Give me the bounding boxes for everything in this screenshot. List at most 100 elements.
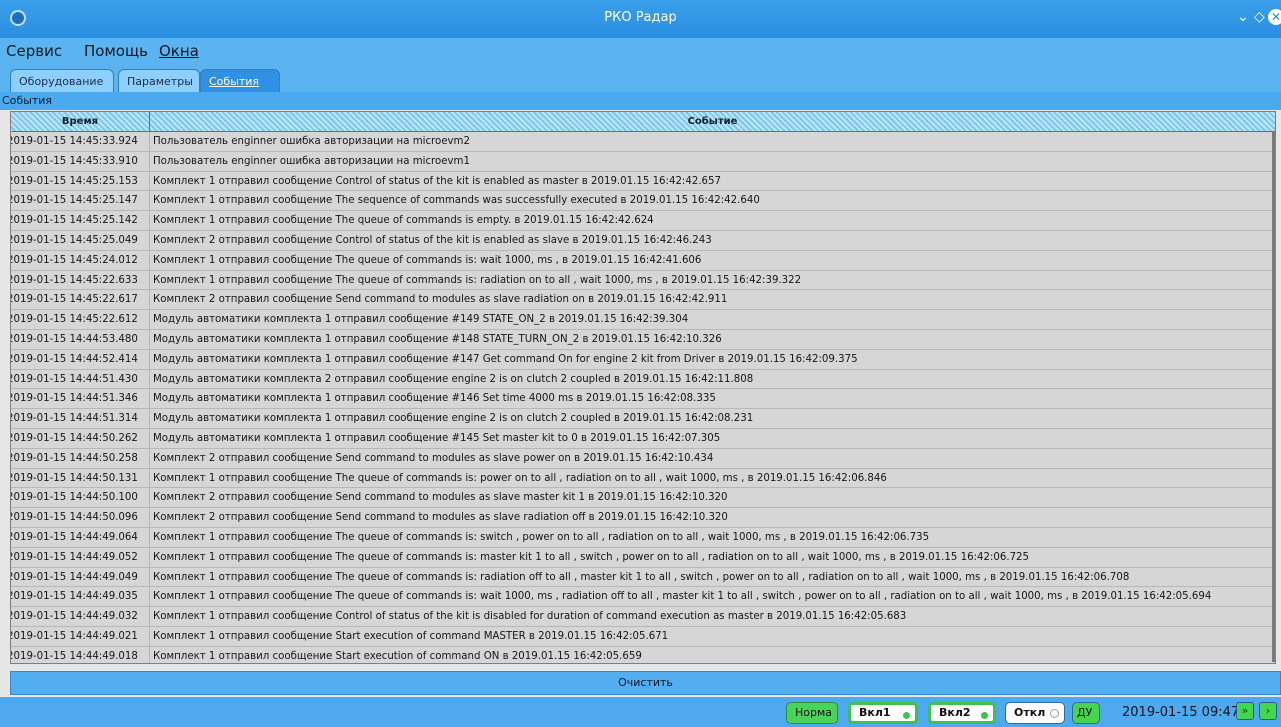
cell-time: 2019-01-15 14:44:50.262	[11, 428, 150, 448]
table-row[interactable]: 2019-01-15 14:45:25.049 Комплект 2 отправ…	[11, 230, 1275, 251]
menu-windows[interactable]: Окна	[159, 42, 199, 60]
table-row[interactable]: 2019-01-15 14:44:49.049 Комплект 1 отправ…	[11, 567, 1275, 588]
tab-bar: Оборудование Параметры События	[0, 64, 1281, 92]
tab-parameters[interactable]: Параметры	[118, 69, 200, 92]
table-row[interactable]: 2019-01-15 14:44:50.262 Модуль автоматики…	[11, 428, 1275, 449]
cell-event: Комплект 2 отправил сообщение Send comma…	[153, 492, 728, 504]
cell-time: 2019-01-15 14:45:33.924	[11, 132, 150, 151]
close-icon[interactable]: ✕	[1268, 9, 1281, 25]
window-titlebar: РКО Радар ⌄ ◇ ✕	[0, 0, 1281, 38]
off-button[interactable]: Откл	[1005, 702, 1065, 724]
table-row[interactable]: 2019-01-15 14:44:51.430 Модуль автоматики…	[11, 369, 1275, 390]
table-row[interactable]: 2019-01-15 14:44:49.064 Комплект 1 отправ…	[11, 527, 1275, 548]
cell-time: 2019-01-15 14:44:49.035	[11, 587, 150, 607]
cell-time: 2019-01-15 14:44:51.346	[11, 389, 150, 409]
cell-time: 2019-01-15 14:45:33.910	[11, 151, 150, 171]
on1-label: Вкл1	[859, 706, 891, 719]
cell-time: 2019-01-15 14:45:22.633	[11, 270, 150, 290]
vertical-scrollbar[interactable]	[1272, 132, 1275, 662]
cell-event: Комплект 1 отправил сообщение The queue …	[153, 551, 1030, 563]
menu-service[interactable]: Сервис	[6, 42, 62, 60]
table-header: Время Событие	[11, 112, 1275, 132]
table-row[interactable]: 2019-01-15 14:45:25.153 Комплект 1 отправ…	[11, 171, 1275, 192]
table-row[interactable]: 2019-01-15 14:44:52.414 Модуль автоматики…	[11, 349, 1275, 370]
table-row[interactable]: 2019-01-15 14:44:50.100 Комплект 2 отправ…	[11, 488, 1275, 509]
cell-event: Модуль автоматики комплекта 1 отправил с…	[153, 333, 722, 345]
clear-button[interactable]: Очистить	[10, 671, 1281, 695]
table-row[interactable]: 2019-01-15 14:45:33.924 Пользователь engi…	[11, 132, 1275, 152]
maximize-icon[interactable]: ◇	[1254, 9, 1265, 25]
on2-led-icon	[981, 712, 988, 719]
table-row[interactable]: 2019-01-15 14:44:50.258 Комплект 2 отправ…	[11, 448, 1275, 469]
du-indicator: ДУ	[1072, 702, 1100, 724]
on1-led-icon	[903, 712, 910, 719]
menu-bar: Сервис Помощь Окна	[0, 38, 1281, 64]
cell-event: Комплект 1 отправил сообщение Start exec…	[153, 630, 669, 642]
cell-time: 2019-01-15 14:44:49.032	[11, 607, 150, 627]
table-row[interactable]: 2019-01-15 14:45:33.910 Пользователь engi…	[11, 151, 1275, 172]
table-row[interactable]: 2019-01-15 14:45:25.147 Комплект 1 отправ…	[11, 191, 1275, 212]
table-row[interactable]: 2019-01-15 14:44:49.018 Комплект 1 отправ…	[11, 646, 1275, 663]
cell-time: 2019-01-15 14:45:22.617	[11, 290, 150, 310]
cell-event: Комплект 1 отправил сообщение Control of…	[153, 175, 722, 187]
cell-time: 2019-01-15 14:45:25.147	[11, 191, 150, 211]
norm-indicator: Норма	[786, 702, 838, 724]
table-body: 2019-01-15 14:45:33.924 Пользователь engi…	[11, 132, 1275, 663]
table-row[interactable]: 2019-01-15 14:44:50.096 Комплект 2 отправ…	[11, 508, 1275, 528]
table-row[interactable]: 2019-01-15 14:45:22.617 Комплект 2 отправ…	[11, 290, 1275, 311]
cell-time: 2019-01-15 14:45:25.049	[11, 230, 150, 250]
cell-time: 2019-01-15 14:44:50.096	[11, 508, 150, 528]
cell-time: 2019-01-15 14:44:53.480	[11, 329, 150, 349]
cell-time: 2019-01-15 14:45:24.012	[11, 250, 150, 270]
status-bar: Норма Вкл1 Вкл2 Откл ДУ 2019-01-15 09:47…	[0, 697, 1281, 727]
table-row[interactable]: 2019-01-15 14:45:22.612 Модуль автоматики…	[11, 310, 1275, 330]
double-arrow-right-icon[interactable]: »	[1236, 702, 1254, 720]
cell-time: 2019-01-15 14:44:49.018	[11, 646, 150, 663]
cell-event: Модуль автоматики комплекта 1 отправил с…	[153, 432, 721, 444]
cell-event: Комплект 2 отправил сообщение Send comma…	[153, 512, 728, 524]
cell-event: Комплект 1 отправил сообщение The sequen…	[153, 195, 760, 207]
column-header-time[interactable]: Время	[11, 112, 150, 131]
cell-time: 2019-01-15 14:44:51.430	[11, 369, 150, 389]
cell-event: Комплект 1 отправил сообщение The queue …	[153, 215, 654, 227]
on2-label: Вкл2	[939, 706, 971, 719]
events-table[interactable]: Время Событие 2019-01-15 14:45:33.924 Пол…	[10, 111, 1276, 664]
table-row[interactable]: 2019-01-15 14:44:51.346 Модуль автоматики…	[11, 389, 1275, 410]
cell-event: Пользователь enginner ошибка авторизации…	[153, 155, 470, 167]
on2-button[interactable]: Вкл2	[928, 702, 996, 724]
table-row[interactable]: 2019-01-15 14:44:53.480 Модуль автоматики…	[11, 329, 1275, 350]
table-row[interactable]: 2019-01-15 14:44:49.021 Комплект 1 отправ…	[11, 626, 1275, 647]
column-header-event[interactable]: Событие	[150, 112, 1275, 131]
cell-event: Модуль автоматики комплекта 1 отправил с…	[153, 393, 716, 405]
tab-equipment[interactable]: Оборудование	[10, 69, 114, 92]
cell-time: 2019-01-15 14:45:22.612	[11, 310, 150, 330]
cell-time: 2019-01-15 14:44:49.021	[11, 626, 150, 646]
on1-button[interactable]: Вкл1	[848, 702, 918, 724]
table-row[interactable]: 2019-01-15 14:44:51.314 Модуль автоматики…	[11, 409, 1275, 429]
cell-event: Комплект 1 отправил сообщение The queue …	[153, 472, 887, 484]
cell-time: 2019-01-15 14:44:50.100	[11, 488, 150, 508]
cell-time: 2019-01-15 14:45:25.142	[11, 211, 150, 231]
table-row[interactable]: 2019-01-15 14:45:25.142 Комплект 1 отправ…	[11, 211, 1275, 231]
cell-event: Комплект 2 отправил сообщение Send comma…	[153, 452, 714, 464]
cell-time: 2019-01-15 14:44:49.064	[11, 527, 150, 547]
table-row[interactable]: 2019-01-15 14:44:49.035 Комплект 1 отправ…	[11, 587, 1275, 608]
cell-event: Комплект 1 отправил сообщение The queue …	[153, 254, 702, 266]
cell-event: Модуль автоматики комплекта 1 отправил с…	[153, 314, 689, 326]
table-row[interactable]: 2019-01-15 14:44:49.032 Комплект 1 отправ…	[11, 607, 1275, 627]
table-row[interactable]: 2019-01-15 14:44:49.052 Комплект 1 отправ…	[11, 547, 1275, 568]
menu-help[interactable]: Помощь	[84, 42, 148, 60]
window-title: РКО Радар	[604, 10, 677, 25]
cell-time: 2019-01-15 14:44:50.131	[11, 468, 150, 488]
events-section-label: События	[0, 92, 1281, 110]
minimize-icon[interactable]: ⌄	[1237, 9, 1249, 25]
tab-events[interactable]: События	[200, 69, 280, 92]
cell-event: Комплект 1 отправил сообщение The queue …	[153, 531, 930, 543]
cell-event: Комплект 1 отправил сообщение The queue …	[153, 571, 1130, 583]
table-row[interactable]: 2019-01-15 14:45:22.633 Комплект 1 отправ…	[11, 270, 1275, 291]
table-row[interactable]: 2019-01-15 14:44:50.131 Комплект 1 отправ…	[11, 468, 1275, 489]
table-row[interactable]: 2019-01-15 14:45:24.012 Комплект 1 отправ…	[11, 250, 1275, 271]
cell-event: Модуль автоматики комплекта 2 отправил с…	[153, 373, 754, 385]
arrow-right-icon[interactable]: ›	[1259, 702, 1277, 720]
cell-time: 2019-01-15 14:44:51.314	[11, 409, 150, 429]
